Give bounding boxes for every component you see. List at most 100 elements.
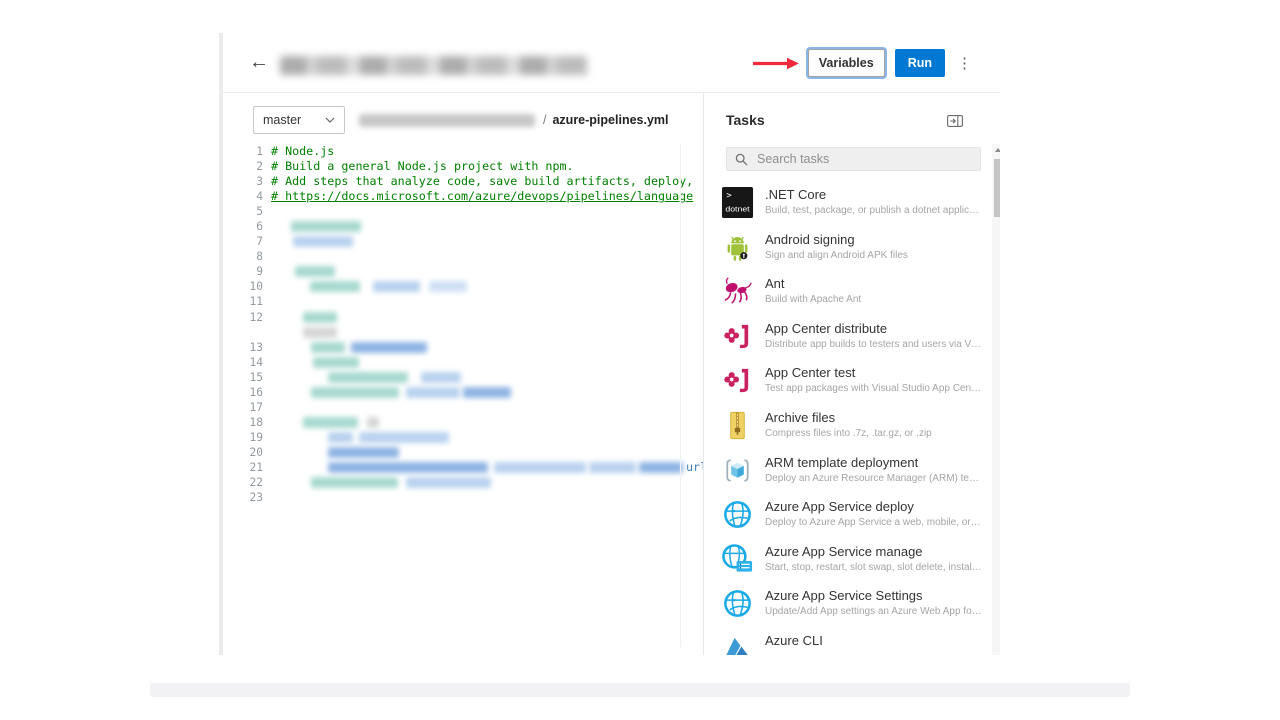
azure-app-service-manage-icon — [721, 543, 754, 576]
line-content: # Node.js — [271, 144, 703, 159]
line-number: 3 — [223, 174, 263, 189]
horizontal-page-scrollbar[interactable] — [150, 683, 1130, 697]
code-comment: # Build a general Node.js project with n… — [271, 159, 574, 173]
task-name: Azure App Service Settings — [765, 588, 982, 603]
task-desc: Distribute app builds to testers and use… — [765, 339, 982, 350]
task-list-item[interactable]: App Center distribute Distribute app buil… — [721, 320, 982, 353]
task-name: .NET Core — [765, 187, 982, 202]
line-number: 18 — [223, 415, 263, 430]
task-meta: Azure App Service Settings Update/Add App… — [765, 587, 982, 620]
task-list-item[interactable]: Azure CLI — [721, 632, 982, 655]
redacted-code-blob — [328, 462, 488, 473]
redacted-code-blob — [463, 387, 511, 398]
task-desc: Sign and align Android APK files — [765, 250, 982, 261]
line-number: 5 — [223, 204, 263, 219]
task-name: Azure App Service manage — [765, 544, 982, 559]
task-list-item[interactable]: AntBuild with Apache Ant — [721, 275, 982, 308]
line-content — [271, 325, 703, 340]
code-row: 19 — [223, 430, 703, 445]
line-number: 10 — [223, 279, 263, 294]
line-number: 4 — [223, 189, 263, 204]
search-icon — [735, 153, 748, 166]
line-content — [271, 310, 703, 325]
code-row: 15 — [223, 370, 703, 385]
code-row: 10 — [223, 279, 703, 294]
redacted-code-blob — [351, 342, 427, 353]
scrollbar-up-arrow-icon[interactable] — [995, 148, 1001, 152]
code-row: 7 — [223, 234, 703, 249]
line-number: 16 — [223, 385, 263, 400]
line-number: 11 — [223, 294, 263, 309]
run-button[interactable]: Run — [895, 49, 945, 77]
branch-selector[interactable]: master — [253, 106, 345, 134]
task-meta: Archive filesCompress files into .7z, .t… — [765, 409, 982, 442]
redacted-code-blob — [311, 477, 398, 488]
red-annotation-arrow-icon — [753, 57, 799, 70]
ant-icon — [721, 275, 754, 308]
tasks-scrollbar[interactable] — [992, 144, 1000, 655]
line-content: # Add steps that analyze code, save buil… — [271, 174, 703, 189]
line-number: 21 — [223, 460, 263, 475]
task-desc: Update/Add App settings an Azure Web App… — [765, 606, 982, 617]
task-list-item[interactable]: Azure App Service deployDeploy to Azure … — [721, 498, 982, 531]
task-name: App Center distribute — [765, 321, 982, 336]
chevron-down-icon — [325, 117, 335, 123]
code-row — [223, 325, 703, 340]
task-desc: Deploy an Azure Resource Manager (ARM) t… — [765, 473, 982, 484]
task-name: Azure App Service deploy — [765, 499, 982, 514]
line-number: 15 — [223, 370, 263, 385]
dotnet-icon: >dotnet — [721, 186, 754, 219]
line-number: 7 — [223, 234, 263, 249]
task-name: ARM template deployment — [765, 455, 982, 470]
azure-app-service-deploy-icon — [721, 498, 754, 531]
line-content — [271, 370, 703, 385]
task-name: Azure CLI — [765, 633, 982, 648]
pipeline-editor-card: ← Variables Run ⋮ master / a — [223, 33, 1000, 655]
redacted-code-blob — [303, 327, 337, 338]
line-content — [271, 294, 703, 309]
variables-button[interactable]: Variables — [808, 49, 885, 77]
task-desc: Start, stop, restart, slot swap, slot de… — [765, 562, 982, 573]
task-search-input[interactable] — [755, 151, 972, 167]
redacted-code-blob — [295, 266, 335, 277]
line-content — [271, 430, 703, 445]
line-content — [271, 204, 703, 219]
line-content — [271, 249, 703, 264]
task-meta: App Center distribute Distribute app buil… — [765, 320, 982, 353]
collapse-panel-icon[interactable] — [947, 114, 963, 132]
tasks-panel: Tasks >dotnet .NET Core Build, test, packa… — [704, 93, 1000, 655]
line-number: 19 — [223, 430, 263, 445]
task-list-item[interactable]: ARM template deployment Deploy an Azure R… — [721, 454, 982, 487]
more-options-icon[interactable]: ⋮ — [957, 56, 972, 71]
redacted-code-blob — [313, 357, 359, 368]
task-list-item[interactable]: Azure App Service manage Start, stop, res… — [721, 543, 982, 576]
task-desc: Build, test, package, or publish a dotne… — [765, 205, 982, 216]
app-center-test-icon — [721, 364, 754, 397]
task-list-item[interactable]: Android signingSign and align Android AP… — [721, 231, 982, 264]
azure-cli-icon — [721, 632, 754, 655]
task-list-item[interactable]: Archive filesCompress files into .7z, .t… — [721, 409, 982, 442]
task-list-item[interactable]: >dotnet .NET Core Build, test, package, or… — [721, 186, 982, 219]
task-meta: Azure CLI — [765, 632, 982, 655]
code-row: 8 — [223, 249, 703, 264]
task-list-item[interactable]: App Center testTest app packages with Vi… — [721, 364, 982, 397]
line-number: 6 — [223, 219, 263, 234]
task-list-item[interactable]: Azure App Service Settings Update/Add App… — [721, 587, 982, 620]
task-desc: Test app packages with Visual Studio App… — [765, 383, 982, 394]
code-row: 1# Node.js — [223, 144, 703, 159]
tasks-panel-title: Tasks — [726, 112, 765, 128]
scrollbar-thumb[interactable] — [994, 159, 1001, 217]
line-number: 17 — [223, 400, 263, 415]
code-lines[interactable]: 1# Node.js2# Build a general Node.js pro… — [223, 144, 703, 655]
code-comment: # Node.js — [271, 144, 334, 158]
yaml-editor-pane: master / azure-pipelines.yml 1# Node.js2… — [223, 93, 703, 655]
redacted-pipeline-title — [280, 56, 588, 75]
redacted-code-blob — [311, 387, 399, 398]
redacted-code-blob — [406, 387, 460, 398]
back-arrow-icon[interactable]: ← — [249, 49, 269, 75]
pipeline-topbar: ← Variables Run ⋮ — [223, 33, 1000, 93]
redacted-code-blob — [328, 447, 399, 458]
code-comment-link[interactable]: # https://docs.microsoft.com/azure/devop… — [271, 189, 693, 203]
line-content: # Build a general Node.js project with n… — [271, 159, 703, 174]
redacted-code-blob — [328, 432, 353, 443]
